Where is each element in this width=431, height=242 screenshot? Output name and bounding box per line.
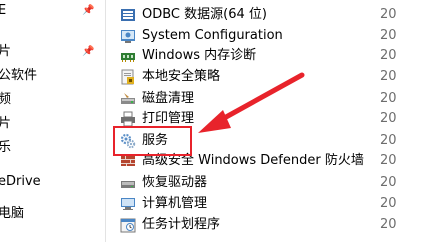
nav-item-0[interactable]: E 📌 [0, 0, 102, 22]
file-name: 任务计划程序 [142, 217, 221, 232]
nav-item-label: 公软件 [0, 68, 38, 83]
file-row-disk-cleanup[interactable]: 磁盘清理 20 [118, 88, 431, 110]
file-date: 20 [380, 111, 397, 126]
print-management-icon [121, 111, 135, 127]
file-date: 20 [380, 91, 397, 106]
file-date: 20 [380, 48, 397, 63]
file-row-odbc[interactable]: ODBC 数据源(64 位) 20 [118, 4, 431, 26]
file-name: ODBC 数据源(64 位) [142, 7, 267, 22]
file-row-memory-diagnostic[interactable]: Windows 内存诊断 20 [118, 45, 431, 67]
file-name: 恢复驱动器 [142, 175, 208, 190]
nav-item-4[interactable]: 片 [0, 113, 102, 135]
file-date: 20 [380, 28, 397, 43]
file-row-system-configuration[interactable]: System Configuration 20 [118, 25, 431, 47]
file-name: 磁盘清理 [142, 91, 195, 106]
file-row-local-security-policy[interactable]: 本地安全策略 20 [118, 66, 431, 88]
file-date: 20 [380, 133, 397, 148]
nav-item-label: 电脑 [0, 206, 25, 221]
nav-item-1[interactable]: 片 📌 [0, 41, 102, 63]
nav-item-onedrive[interactable]: eDrive [0, 171, 102, 193]
nav-item-label: E [0, 3, 7, 18]
nav-item-3[interactable]: 频 [0, 89, 102, 111]
disk-cleanup-icon [121, 93, 135, 104]
computer-management-icon [121, 198, 135, 210]
file-name: 计算机管理 [142, 196, 208, 211]
file-date: 20 [380, 69, 397, 84]
nav-item-label: 乐 [0, 140, 12, 155]
file-date: 20 [380, 196, 397, 211]
file-name: System Configuration [142, 28, 283, 43]
odbc-icon [121, 9, 135, 21]
nav-item-label: 片 [0, 44, 12, 59]
file-date: 20 [380, 7, 397, 22]
file-name: Windows 内存诊断 [142, 48, 257, 63]
file-row-task-scheduler[interactable]: 任务计划程序 20 [118, 214, 431, 236]
file-name: 本地安全策略 [142, 69, 221, 84]
nav-item-label: 片 [0, 116, 12, 131]
file-date: 20 [380, 153, 397, 168]
security-policy-icon [121, 69, 134, 85]
recovery-drive-icon [121, 181, 135, 188]
task-scheduler-icon [120, 218, 136, 233]
file-row-computer-management[interactable]: 计算机管理 20 [118, 193, 431, 215]
file-date: 20 [380, 217, 397, 232]
file-row-recovery-drive[interactable]: 恢复驱动器 20 [118, 172, 431, 194]
nav-item-label: 频 [0, 92, 12, 107]
pane-divider[interactable] [105, 0, 106, 242]
pin-icon[interactable]: 📌 [82, 5, 94, 17]
nav-item-this-pc[interactable]: 电脑 [0, 203, 102, 225]
file-date: 20 [380, 175, 397, 190]
pin-icon[interactable]: 📌 [82, 46, 94, 58]
highlight-box [113, 126, 192, 156]
nav-item-2[interactable]: 公软件 [0, 65, 102, 87]
navigation-pane: E 📌 片 📌 公软件 频 片 乐 eDrive 电脑 [0, 0, 105, 242]
nav-item-label: eDrive [0, 174, 41, 189]
nav-item-5[interactable]: 乐 [0, 137, 102, 159]
system-config-icon [121, 30, 135, 43]
memory-diagnostic-icon [121, 53, 135, 62]
